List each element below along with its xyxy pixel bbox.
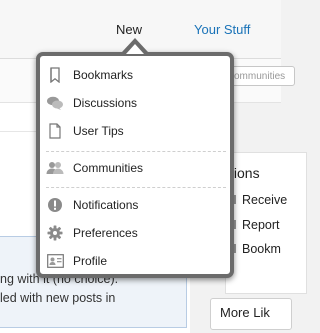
your-stuff-dropdown-menu: Bookmarks Discussions User Tips Communit… bbox=[36, 52, 234, 278]
action-item-label: Bookm bbox=[242, 242, 281, 256]
notification-icon bbox=[46, 197, 64, 213]
menu-item-label: Profile bbox=[73, 254, 108, 268]
discussions-icon bbox=[46, 95, 64, 111]
action-item[interactable]: Receive bbox=[230, 193, 287, 207]
document-icon bbox=[46, 123, 64, 139]
more-like-this-title: More Lik bbox=[220, 305, 270, 320]
action-item-label: Report bbox=[242, 218, 280, 232]
menu-item-bookmarks[interactable]: Bookmarks bbox=[46, 64, 224, 86]
action-item[interactable]: Bookm bbox=[230, 242, 281, 256]
info-text-line: led with new posts in bbox=[0, 291, 116, 305]
nav-new-link[interactable]: New bbox=[116, 22, 142, 37]
menu-item-label: Communities bbox=[73, 161, 144, 175]
menu-item-label: Preferences bbox=[73, 226, 138, 240]
menu-item-preferences[interactable]: Preferences bbox=[46, 222, 224, 244]
menu-item-label: Bookmarks bbox=[73, 68, 134, 82]
menu-item-profile[interactable]: Profile bbox=[46, 250, 224, 272]
actions-panel-title: tions bbox=[230, 165, 260, 181]
menu-separator bbox=[46, 187, 226, 188]
menu-item-user-tips[interactable]: User Tips bbox=[46, 120, 224, 142]
action-item[interactable]: Report bbox=[230, 218, 280, 232]
menu-item-label: Discussions bbox=[73, 96, 138, 110]
profile-card-icon bbox=[46, 253, 64, 269]
search-input[interactable]: ommunities bbox=[225, 66, 295, 86]
action-item-label: Receive bbox=[242, 193, 288, 207]
menu-item-label: Notifications bbox=[73, 198, 139, 212]
bookmark-icon bbox=[46, 67, 64, 83]
gear-icon bbox=[46, 225, 64, 241]
menu-pointer-arrow-fill bbox=[126, 44, 144, 54]
menu-item-label: User Tips bbox=[73, 124, 124, 138]
communities-icon bbox=[46, 160, 64, 176]
menu-item-notifications[interactable]: Notifications bbox=[46, 194, 224, 216]
nav-your-stuff-link[interactable]: Your Stuff bbox=[194, 22, 250, 37]
menu-separator bbox=[46, 151, 226, 152]
menu-item-communities[interactable]: Communities bbox=[46, 157, 224, 179]
menu-item-discussions[interactable]: Discussions bbox=[46, 92, 224, 114]
